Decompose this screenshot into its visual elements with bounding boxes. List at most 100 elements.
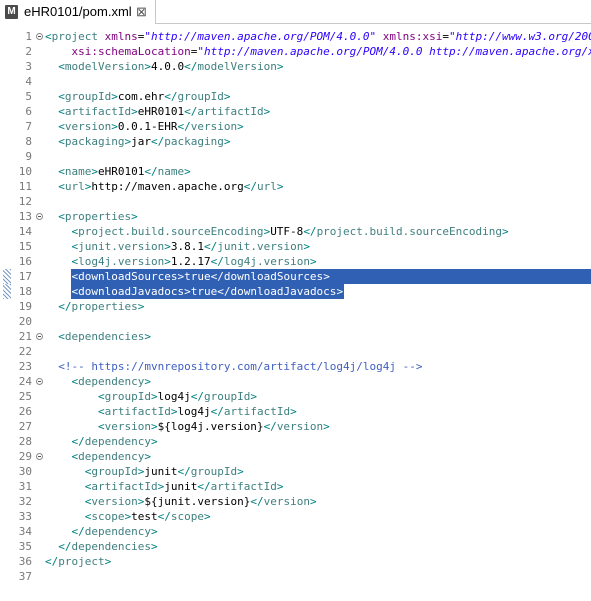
tab-title: eHR0101/pom.xml	[24, 4, 132, 19]
xml-token	[45, 210, 58, 223]
xml-tag-name: dependencies	[71, 540, 151, 553]
code-line[interactable]: 17 <downloadSources>true</downloadSource…	[0, 269, 591, 284]
code-line[interactable]: 11 <url>http://maven.apache.org</url>	[0, 179, 591, 194]
xml-token: </	[303, 225, 317, 238]
code-line[interactable]: 1 <project xmlns="http://maven.apache.org…	[0, 29, 591, 44]
line-number: 8	[25, 135, 32, 148]
line-number: 35	[18, 540, 32, 553]
code-text: <junit.version>3.8.1</junit.version>	[45, 239, 310, 254]
collapse-icon[interactable]	[36, 378, 43, 385]
xml-tag-name: artifactId	[64, 105, 132, 118]
code-line[interactable]: 14 <project.build.sourceEncoding>UTF-8</…	[0, 224, 591, 239]
xml-attribute-value: "http://maven.apache.org/POM/4.0.0"	[144, 30, 377, 43]
line-number: 23	[18, 360, 32, 373]
xml-tag-name: name	[157, 165, 185, 178]
code-line[interactable]: 24 <dependency>	[0, 374, 591, 389]
code-line[interactable]: 19 </properties>	[0, 299, 591, 314]
xml-token: >	[144, 60, 151, 73]
xml-token	[98, 30, 105, 43]
code-line[interactable]: 32 <version>${junit.version}</version>	[0, 494, 591, 509]
code-line[interactable]: 13 <properties>	[0, 209, 591, 224]
code-text: <properties>	[45, 209, 137, 224]
code-line[interactable]: 10 <name>eHR0101</name>	[0, 164, 591, 179]
xml-source-editor[interactable]: 1 <project xmlns="http://maven.apache.org…	[0, 25, 591, 601]
xml-token	[45, 45, 72, 58]
code-line[interactable]: 28 </dependency>	[0, 434, 591, 449]
xml-tag-name: artifactId	[223, 405, 291, 418]
code-line[interactable]: 20	[0, 314, 591, 329]
xml-token: com.ehr	[117, 90, 165, 103]
code-line[interactable]: 22	[0, 344, 591, 359]
code-line[interactable]: 34 </dependency>	[0, 524, 591, 539]
xml-token: >	[150, 540, 158, 553]
xml-tag-name: dependency	[84, 525, 151, 538]
xml-token: >	[150, 420, 158, 433]
xml-tag-name: groupId	[64, 90, 112, 103]
xml-token: >	[144, 450, 151, 463]
code-line[interactable]: 2 xsi:schemaLocation="http://maven.apach…	[0, 44, 591, 59]
line-number: 10	[18, 165, 32, 178]
xml-token: </	[177, 465, 191, 478]
tab-pom-xml[interactable]: M eHR0101/pom.xml ⊠	[0, 0, 156, 24]
code-line[interactable]: 30 <groupId>junit</groupId>	[0, 464, 591, 479]
code-line[interactable]: 33 <scope>test</scope>	[0, 509, 591, 524]
xml-tag-name: version	[91, 495, 138, 508]
code-line[interactable]: 15 <junit.version>3.8.1</junit.version>	[0, 239, 591, 254]
line-number: 4	[25, 75, 32, 88]
xml-token: </	[157, 510, 171, 523]
code-line[interactable]: 25 <groupId>log4j</groupId>	[0, 389, 591, 404]
xml-tag-name: scope	[170, 510, 204, 523]
code-line[interactable]: 36 </project>	[0, 554, 591, 569]
xml-token: >	[104, 555, 112, 568]
xml-token: </	[144, 165, 158, 178]
code-line[interactable]: 27 <version>${log4j.version}</version>	[0, 419, 591, 434]
line-number: 25	[18, 390, 32, 403]
code-line[interactable]: 35 </dependencies>	[0, 539, 591, 554]
close-icon[interactable]: ⊠	[136, 4, 147, 20]
code-line[interactable]: 29 <dependency>	[0, 449, 591, 464]
xml-token: 1.2.17	[170, 255, 211, 268]
collapse-icon[interactable]	[36, 453, 43, 460]
code-line[interactable]: 4	[0, 74, 591, 89]
xml-tag-name: project	[58, 555, 105, 568]
code-line[interactable]: 6 <artifactId>eHR0101</artifactId>	[0, 104, 591, 119]
code-line[interactable]: 5 <groupId>com.ehr</groupId>	[0, 89, 591, 104]
code-line[interactable]: 21 <dependencies>	[0, 329, 591, 344]
collapse-icon[interactable]	[36, 213, 43, 220]
collapse-icon[interactable]	[36, 33, 43, 40]
xml-tag-name: version	[190, 120, 238, 133]
code-line[interactable]: 26 <artifactId>log4j</artifactId>	[0, 404, 591, 419]
code-text: <project.build.sourceEncoding>UTF-8</pro…	[45, 224, 509, 239]
code-line[interactable]: 23 <!-- https://mvnrepository.com/artifa…	[0, 359, 591, 374]
line-number: 22	[18, 345, 32, 358]
code-line[interactable]: 31 <artifactId>junit</artifactId>	[0, 479, 591, 494]
code-line[interactable]: 7 <version>0.0.1-EHR</version>	[0, 119, 591, 134]
xml-token: </	[210, 255, 224, 268]
xml-token: </	[58, 300, 72, 313]
xml-tag-name: artifactId	[210, 480, 277, 493]
code-line[interactable]: 12	[0, 194, 591, 209]
xml-attribute: xmlns:xsi	[382, 30, 443, 43]
code-line[interactable]: 9	[0, 149, 591, 164]
code-text: <artifactId>junit</artifactId>	[45, 479, 284, 494]
xml-token	[45, 240, 72, 253]
xml-token: <	[97, 420, 105, 433]
code-line[interactable]: 8 <packaging>jar</packaging>	[0, 134, 591, 149]
xml-token: >	[91, 165, 98, 178]
line-number: 30	[18, 465, 32, 478]
xml-token: </	[250, 495, 264, 508]
xml-token: </	[243, 180, 257, 193]
code-text: <downloadSources>true</downloadSources>	[45, 269, 330, 284]
collapse-icon[interactable]	[36, 333, 43, 340]
xml-token	[45, 90, 58, 103]
code-text: </dependency>	[45, 434, 158, 449]
line-number: 1	[25, 30, 32, 43]
xml-tag-name: version	[276, 420, 324, 433]
xml-tag-name: groupId	[190, 465, 238, 478]
xml-token	[45, 450, 72, 463]
code-line[interactable]: 18 <downloadJavadocs>true</downloadJavad…	[0, 284, 591, 299]
code-line[interactable]: 3 <modelVersion>4.0.0</modelVersion>	[0, 59, 591, 74]
code-line[interactable]: 16 <log4j.version>1.2.17</log4j.version>	[0, 254, 591, 269]
code-text: </properties>	[45, 299, 144, 314]
code-line[interactable]: 37	[0, 569, 591, 584]
